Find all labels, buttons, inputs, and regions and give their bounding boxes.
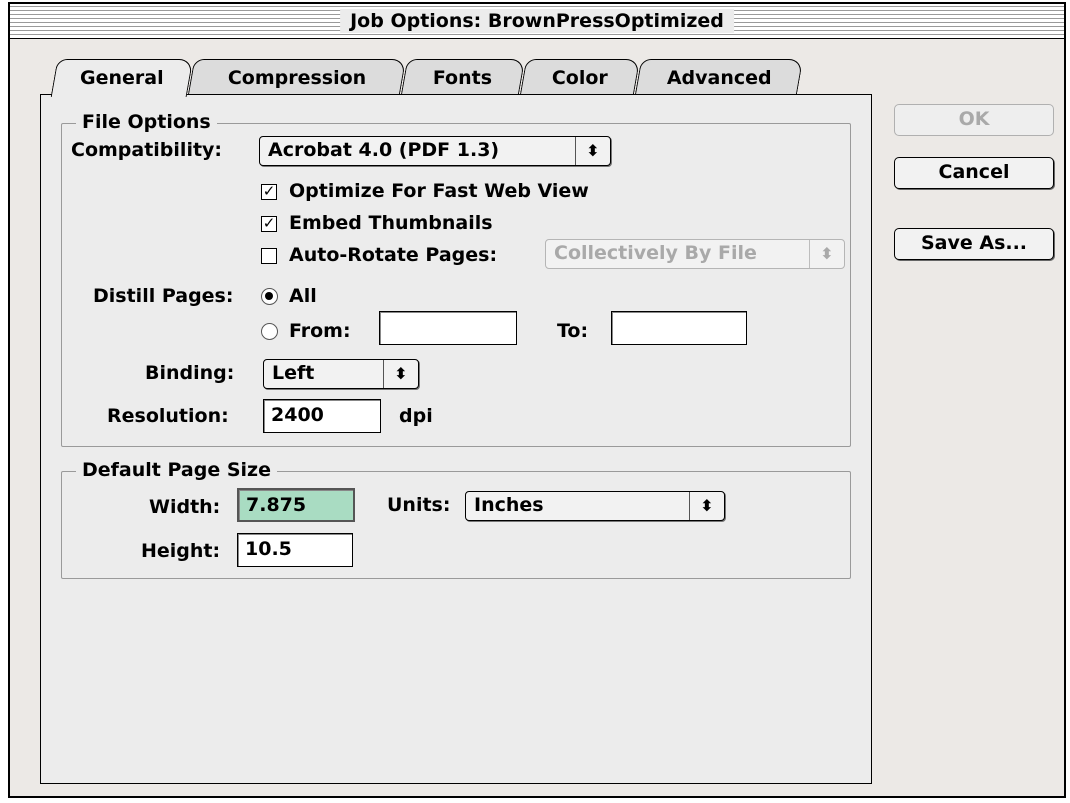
width-label: Width: [149, 496, 221, 518]
auto-rotate-select[interactable]: Collectively By File ⬍ [545, 239, 845, 269]
units-label: Units: [387, 494, 451, 516]
from-label[interactable]: From: [289, 319, 351, 343]
units-select[interactable]: Inches ⬍ [465, 491, 725, 521]
width-input[interactable]: 7.875 [237, 488, 355, 522]
updown-arrows-icon: ⬍ [383, 360, 418, 388]
compatibility-select[interactable]: Acrobat 4.0 (PDF 1.3) ⬍ [259, 136, 611, 166]
height-label: Height: [141, 540, 221, 562]
distill-all-label[interactable]: All [289, 284, 317, 308]
tab-fonts[interactable]: Fonts [400, 59, 526, 95]
to-page-input[interactable] [611, 311, 747, 345]
save-as-button[interactable]: Save As... [894, 228, 1054, 260]
distill-from-radio[interactable] [261, 323, 278, 340]
ok-button[interactable]: OK [894, 104, 1054, 136]
units-value: Inches [474, 494, 544, 516]
updown-arrows-icon: ⬍ [689, 492, 724, 520]
optimize-web-label[interactable]: Optimize For Fast Web View [289, 179, 589, 203]
distill-all-radio[interactable] [261, 288, 278, 305]
distill-pages-label: Distill Pages: [93, 285, 234, 307]
tab-color[interactable]: Color [519, 59, 641, 95]
checkmark-icon: ✓ [262, 214, 276, 232]
job-options-window: Job Options: BrownPressOptimized General… [8, 2, 1066, 798]
auto-rotate-label[interactable]: Auto-Rotate Pages: [289, 243, 497, 267]
compatibility-label: Compatibility: [71, 139, 223, 161]
updown-arrows-icon: ⬍ [575, 137, 610, 165]
updown-arrows-icon: ⬍ [809, 240, 844, 268]
file-options-title: File Options [76, 110, 217, 134]
tab-general[interactable]: General [50, 59, 194, 97]
resolution-unit: dpi [399, 405, 433, 427]
binding-select[interactable]: Left ⬍ [263, 359, 419, 389]
tab-compression[interactable]: Compression [187, 59, 407, 95]
auto-rotate-value: Collectively By File [554, 242, 757, 264]
page-size-title: Default Page Size [76, 458, 277, 482]
embed-thumbnails-label[interactable]: Embed Thumbnails [289, 211, 493, 235]
from-page-input[interactable] [379, 311, 517, 345]
resolution-input[interactable]: 2400 [263, 399, 381, 433]
cancel-button[interactable]: Cancel [894, 157, 1054, 189]
compatibility-value: Acrobat 4.0 (PDF 1.3) [268, 139, 500, 161]
tab-advanced[interactable]: Advanced [634, 59, 804, 95]
title-bar[interactable]: Job Options: BrownPressOptimized [10, 4, 1064, 39]
general-tab-panel: File Options Compatibility: Acrobat 4.0 … [40, 94, 872, 784]
auto-rotate-checkbox[interactable] [261, 248, 277, 264]
optimize-web-checkbox[interactable]: ✓ [261, 184, 277, 200]
binding-value: Left [272, 362, 315, 384]
checkmark-icon: ✓ [262, 182, 276, 200]
resolution-label: Resolution: [107, 405, 229, 427]
binding-label: Binding: [145, 362, 235, 384]
embed-thumbnails-checkbox[interactable]: ✓ [261, 216, 277, 232]
to-label: To: [557, 320, 589, 342]
height-input[interactable]: 10.5 [237, 533, 353, 567]
window-title: Job Options: BrownPressOptimized [340, 9, 734, 33]
